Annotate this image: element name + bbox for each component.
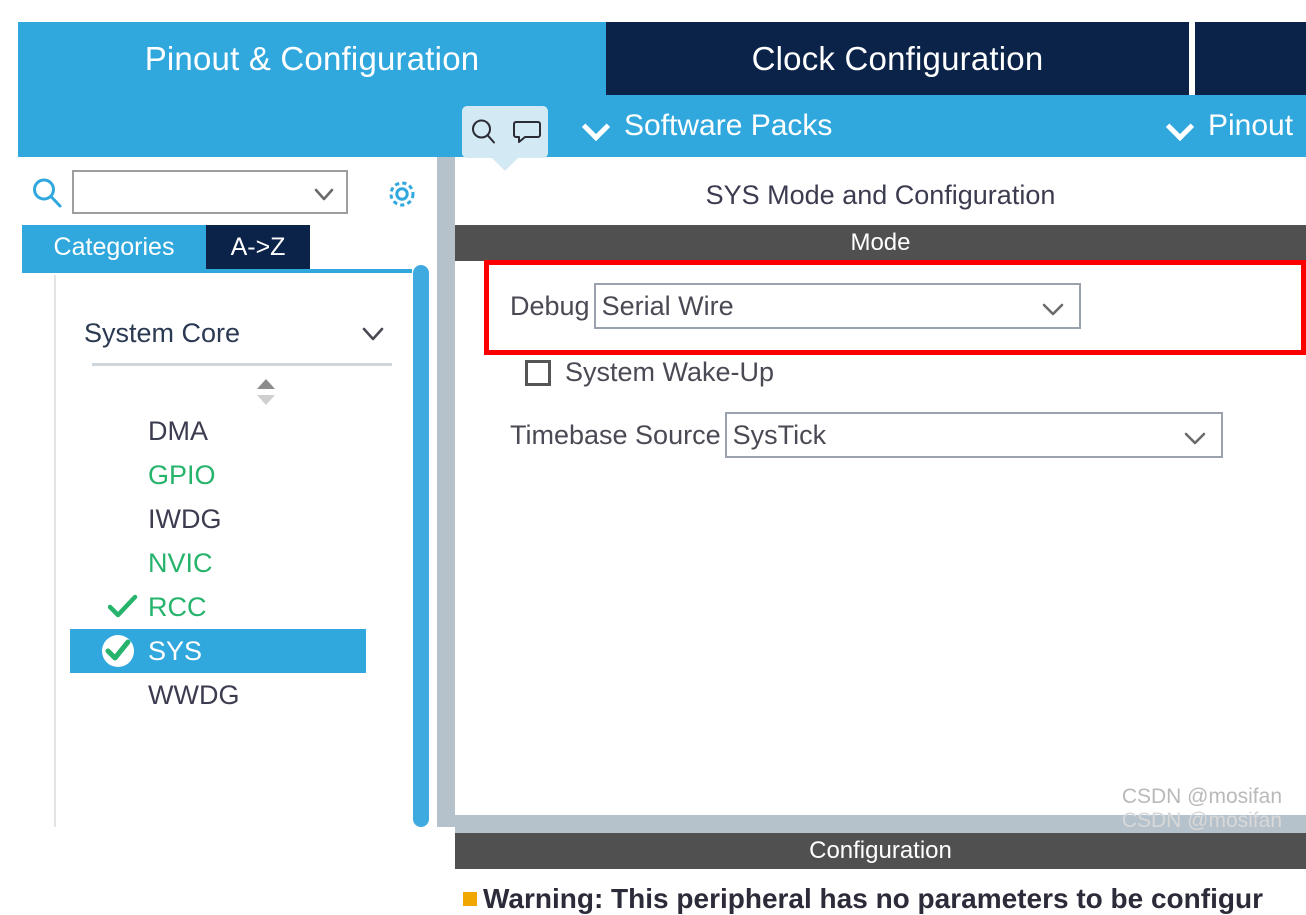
category-tabs-underline [22,269,412,273]
mode-section-header: Mode [455,225,1306,261]
timebase-select[interactable]: SysTick [724,412,1223,458]
debug-label: Debug [510,290,590,321]
search-comment-popover [462,106,548,171]
timebase-select-value: SysTick [732,419,827,450]
right-panel: SYS Mode and Configuration Mode Debug Se… [455,157,1306,914]
sub-toolbar: Software Packs Pinout [18,95,1306,157]
scroll-spinner-icon[interactable] [252,375,280,409]
warning-icon [463,892,477,906]
timebase-label: Timebase Source [510,419,721,450]
tree-item-sys[interactable]: SYS [70,629,366,673]
warning-row: Warning: This peripheral has no paramete… [455,883,1306,915]
chevron-down-icon[interactable] [1041,297,1065,321]
tab-third-partial[interactable] [1195,22,1306,95]
search-icon[interactable] [30,176,64,210]
tree-item-iwdg[interactable]: IWDG [70,497,400,541]
check-icon [107,594,138,620]
comment-icon[interactable] [512,117,542,147]
tab-pinout-configuration[interactable]: Pinout & Configuration [18,22,606,95]
debug-select-value: Serial Wire [601,290,734,321]
tab-pinout-configuration-label: Pinout & Configuration [144,39,480,77]
system-wakeup-row[interactable]: System Wake-Up [525,357,774,388]
left-panel-scrollbar-thumb[interactable] [413,265,429,827]
search-row [0,162,415,220]
system-wakeup-label: System Wake-Up [565,357,775,387]
main-tab-bar: Pinout & Configuration Clock Configurati… [0,0,1306,95]
chevron-down-icon[interactable] [1183,426,1207,450]
configuration-section-header: Configuration [455,833,1306,869]
tree-item-dma[interactable]: DMA [70,409,400,453]
debug-select[interactable]: Serial Wire [593,283,1081,329]
mode-section-header-label: Mode [850,229,911,256]
tree-item-label: WWDG [148,679,240,710]
tree-group-divider [92,363,392,366]
tab-a-to-z[interactable]: A->Z [206,225,310,269]
category-tabs: Categories A->Z [22,225,412,269]
search-input[interactable] [80,172,314,212]
tree-item-label: SYS [148,635,203,666]
panel-splitter[interactable] [437,157,455,827]
tab-a-to-z-label: A->Z [230,232,286,261]
search-combo[interactable] [72,170,348,214]
tab-categories[interactable]: Categories [22,225,206,269]
app-root: Pinout & Configuration Clock Configurati… [0,0,1306,914]
tree-item-list: DMA GPIO IWDG NVIC RCC SYS WWDG [70,409,400,717]
tree-item-rcc[interactable]: RCC [70,585,400,629]
tree-item-label: IWDG [148,503,222,534]
check-circle-icon [100,633,136,669]
menu-pinout[interactable]: Pinout [1168,95,1293,157]
tree-group-system-core[interactable]: System Core [70,311,400,355]
chevron-down-icon [1168,113,1194,139]
watermark-secondary: CSDN @mosifan [1122,809,1282,833]
tree-item-wwdg[interactable]: WWDG [70,673,400,717]
chevron-down-icon [584,113,610,139]
page-title-label: SYS Mode and Configuration [705,179,1056,210]
tree-item-label: NVIC [148,547,213,578]
peripheral-tree: System Core DMA GPIO IWDG NVIC RCC SYS W… [54,275,412,827]
tree-item-label: DMA [148,415,208,446]
chevron-down-icon[interactable] [312,182,336,206]
gear-icon[interactable] [382,174,422,214]
debug-row: Debug Serial Wire [510,283,1081,329]
search-icon[interactable] [469,117,499,147]
watermark: CSDN @mosifan [1122,785,1282,809]
watermark-line1: CSDN @mosifan [1121,785,1282,808]
tree-item-gpio[interactable]: GPIO [70,453,400,497]
menu-software-packs-label: Software Packs [624,109,833,142]
configuration-section-header-label: Configuration [809,837,952,864]
tab-clock-configuration[interactable]: Clock Configuration [606,22,1192,95]
tree-item-nvic[interactable]: NVIC [70,541,400,585]
tree-item-label: RCC [148,591,207,622]
menu-pinout-label: Pinout [1208,109,1294,142]
tab-categories-label: Categories [53,232,175,261]
tree-group-label: System Core [84,317,241,348]
chevron-down-icon[interactable] [360,321,386,347]
warning-text: Warning: This peripheral has no paramete… [483,883,1263,914]
left-panel: Categories A->Z System Core DMA GPIO IWD… [0,157,415,827]
tree-item-label: GPIO [148,459,216,490]
system-wakeup-checkbox[interactable] [525,359,551,386]
tab-clock-configuration-label: Clock Configuration [751,39,1044,77]
popover-tail [492,158,518,171]
page-title: SYS Mode and Configuration [455,167,1306,223]
menu-software-packs[interactable]: Software Packs [584,95,832,157]
watermark-line2: CSDN @mosifan [1121,809,1282,832]
timebase-row: Timebase Source SysTick [510,412,1223,458]
